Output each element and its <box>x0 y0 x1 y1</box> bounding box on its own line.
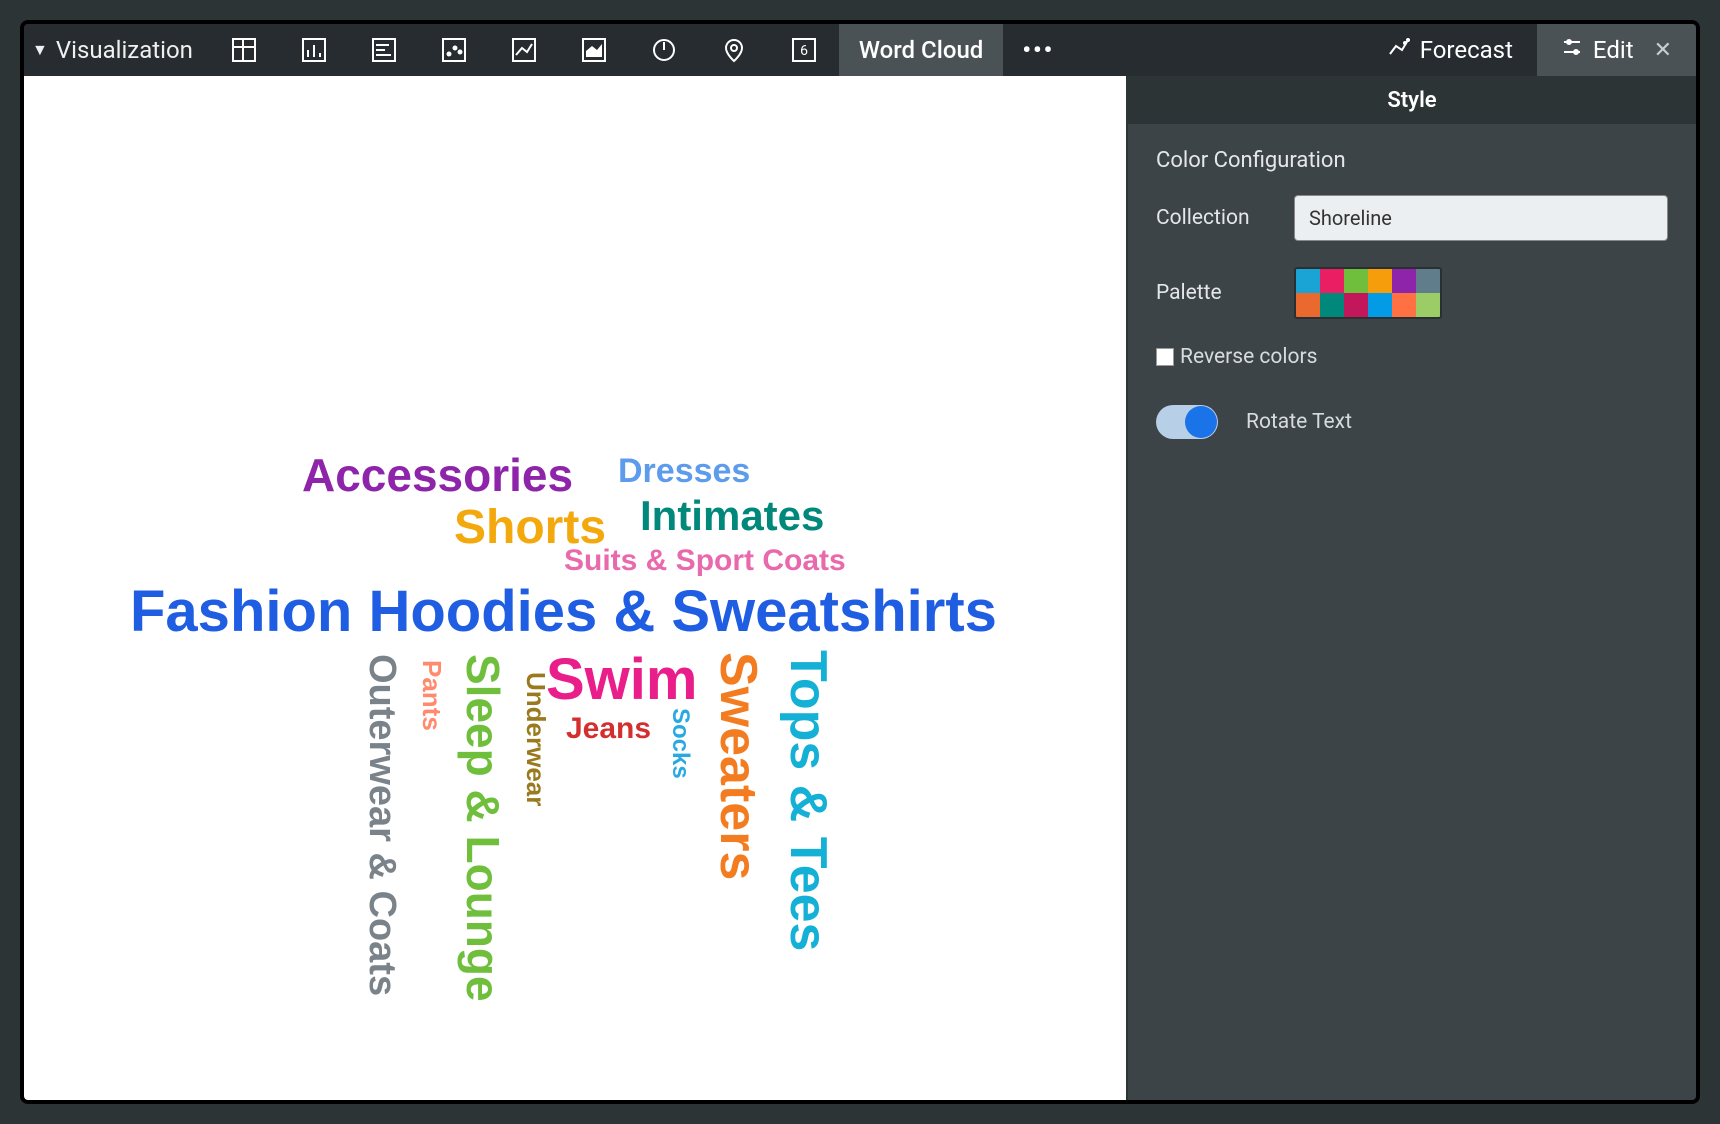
visualization-label: Visualization <box>56 36 193 64</box>
single-value-icon[interactable]: 6 <box>769 24 839 76</box>
word-jeans[interactable]: Jeans <box>566 712 651 746</box>
word-socks[interactable]: Socks <box>666 708 694 779</box>
word-underwear[interactable]: Underwear <box>520 672 551 806</box>
reverse-colors-checkbox[interactable] <box>1156 348 1174 366</box>
palette-swatch <box>1296 269 1320 293</box>
palette-swatch <box>1416 293 1440 317</box>
reverse-colors-label: Reverse colors <box>1180 345 1317 369</box>
word-accessories[interactable]: Accessories <box>302 448 573 502</box>
map-pin-icon[interactable] <box>699 24 769 76</box>
horizontal-bar-icon[interactable] <box>349 24 419 76</box>
toolbar-right: Forecast Edit ✕ <box>1364 24 1696 76</box>
word-outerwear-coats[interactable]: Outerwear & Coats <box>360 654 403 996</box>
collection-row: Collection Shoreline <box>1156 195 1668 241</box>
palette-swatch <box>1344 293 1368 317</box>
word-tops-tees[interactable]: Tops & Tees <box>778 650 838 951</box>
line-chart-icon[interactable] <box>489 24 559 76</box>
word-suits-sport-coats[interactable]: Suits & Sport Coats <box>564 544 846 578</box>
palette-swatch <box>1344 269 1368 293</box>
panel-header: Style <box>1128 76 1696 124</box>
word-fashion-hoodies[interactable]: Fashion Hoodies & Sweatshirts <box>130 578 997 645</box>
bar-chart-icon[interactable] <box>279 24 349 76</box>
edit-button[interactable]: Edit ✕ <box>1537 24 1696 76</box>
word-sleep-lounge[interactable]: Sleep & Lounge <box>456 654 510 1002</box>
collection-label: Collection <box>1156 206 1276 230</box>
palette-swatch <box>1392 269 1416 293</box>
rotate-text-row: Rotate Text <box>1156 405 1668 439</box>
toggle-knob <box>1185 406 1217 438</box>
reverse-colors-row: Reverse colors <box>1156 345 1668 369</box>
table-icon[interactable] <box>209 24 279 76</box>
palette-swatch <box>1368 269 1392 293</box>
palette-swatch <box>1416 269 1440 293</box>
close-icon[interactable]: ✕ <box>1644 38 1672 63</box>
word-dresses[interactable]: Dresses <box>618 452 750 491</box>
palette-swatch <box>1368 293 1392 317</box>
rotate-text-toggle[interactable] <box>1156 405 1218 439</box>
svg-text:6: 6 <box>800 43 808 59</box>
gauge-icon[interactable] <box>629 24 699 76</box>
collection-value: Shoreline <box>1309 206 1392 230</box>
palette-swatch <box>1320 293 1344 317</box>
chart-type-icons: 6 <box>209 24 839 76</box>
panel-body: Color Configuration Collection Shoreline… <box>1128 124 1696 463</box>
word-sweaters[interactable]: Sweaters <box>708 652 768 880</box>
more-label: ••• <box>1022 36 1054 64</box>
word-intimates[interactable]: Intimates <box>640 492 824 540</box>
app-frame: ▼ Visualization <box>20 20 1700 1104</box>
panel-section-title: Color Configuration <box>1156 148 1668 173</box>
area-chart-icon[interactable] <box>559 24 629 76</box>
forecast-button[interactable]: Forecast <box>1364 24 1537 76</box>
wordcloud-canvas: Accessories Dresses Shorts Intimates Sui… <box>24 76 1126 1100</box>
active-chart-label: Word Cloud <box>859 36 983 64</box>
scatter-icon[interactable] <box>419 24 489 76</box>
rotate-text-label: Rotate Text <box>1246 410 1352 434</box>
palette-select[interactable] <box>1294 267 1442 319</box>
chevron-down-icon: ▼ <box>32 40 48 60</box>
edit-label: Edit <box>1593 36 1634 64</box>
more-chart-types-button[interactable]: ••• <box>1003 24 1073 76</box>
palette-row: Palette <box>1156 267 1668 319</box>
palette-swatch <box>1320 269 1344 293</box>
palette-label: Palette <box>1156 281 1276 305</box>
forecast-label: Forecast <box>1420 36 1513 64</box>
palette-swatch <box>1392 293 1416 317</box>
panel-header-label: Style <box>1387 88 1436 113</box>
palette-swatch <box>1296 293 1320 317</box>
toolbar: ▼ Visualization <box>24 24 1696 76</box>
word-swim[interactable]: Swim <box>546 646 698 713</box>
forecast-icon <box>1388 36 1410 64</box>
body: Accessories Dresses Shorts Intimates Sui… <box>24 76 1696 1100</box>
visualization-dropdown[interactable]: ▼ Visualization <box>24 24 209 76</box>
active-chart-tab[interactable]: Word Cloud <box>839 24 1003 76</box>
word-pants[interactable]: Pants <box>416 660 447 731</box>
sliders-icon <box>1561 36 1583 64</box>
collection-select[interactable]: Shoreline <box>1294 195 1668 241</box>
style-panel: Style Color Configuration Collection Sho… <box>1126 76 1696 1100</box>
